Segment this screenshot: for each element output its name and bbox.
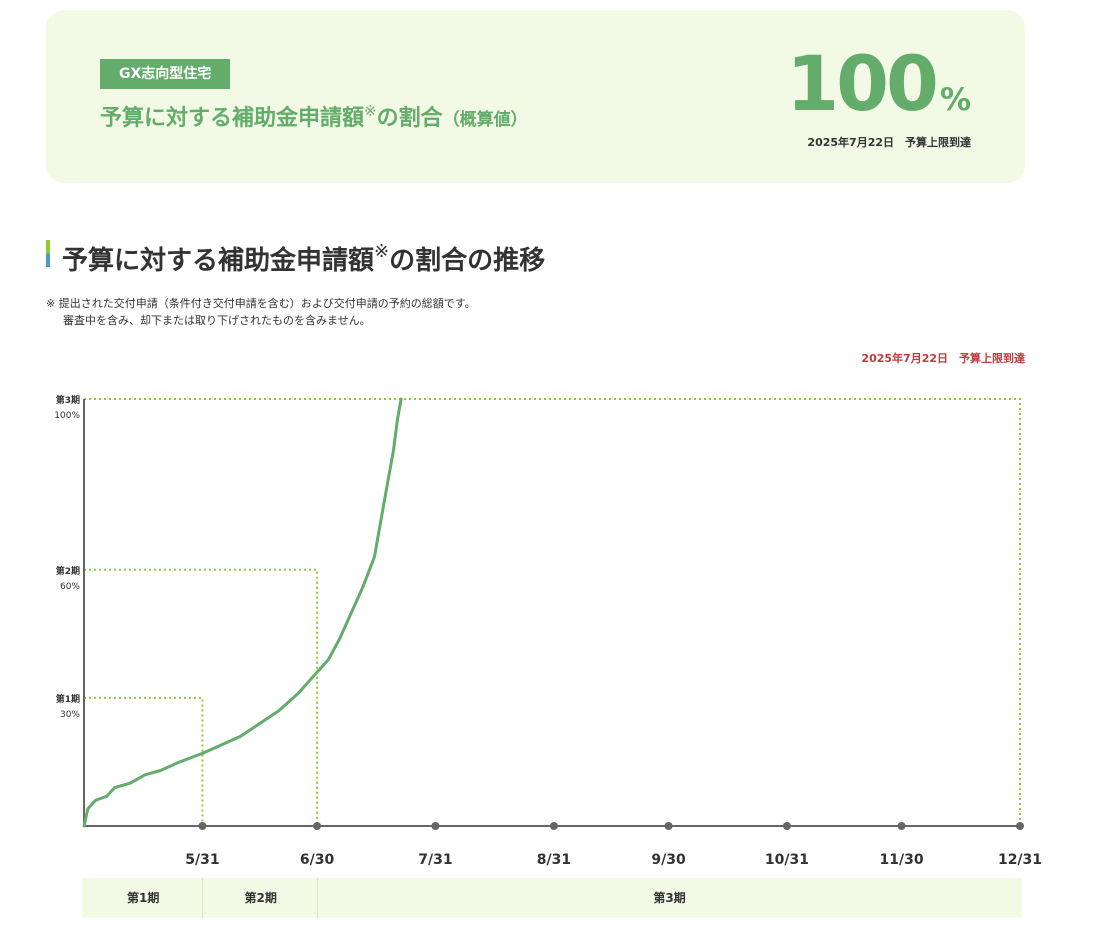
x-tick-label: 5/31 — [185, 852, 219, 868]
period-cell: 第3期 — [317, 878, 1021, 918]
series-line-1 — [82, 397, 403, 828]
x-tick-marker — [897, 822, 906, 830]
threshold-line-1 — [84, 696, 204, 826]
threshold-period-label: 第3期 — [56, 394, 80, 406]
period-band: 第1期 第2期 第3期 — [82, 878, 1022, 918]
threshold-period-label: 第1期 — [56, 693, 80, 705]
threshold-line-3 — [84, 398, 1021, 826]
x-tick-marker — [664, 822, 673, 830]
x-tick-label: 11/30 — [880, 852, 924, 868]
x-tick-marker — [549, 822, 558, 830]
x-tick-label: 10/31 — [765, 852, 809, 868]
x-tick-label: 12/31 — [998, 852, 1042, 868]
x-tick-label: 9/30 — [651, 852, 686, 868]
threshold-period-label: 第2期 — [56, 565, 80, 577]
x-tick-marker — [198, 822, 207, 830]
threshold-percent-label: 30% — [60, 710, 80, 720]
period-cell: 第2期 — [202, 878, 318, 918]
x-tick-marker — [1016, 822, 1024, 830]
threshold-percent-label: 100% — [54, 411, 80, 421]
x-tick-marker — [313, 822, 322, 830]
x-tick-label: 7/31 — [418, 852, 452, 868]
budget-ratio-chart: 第1期 30% 第2期 60% 第3期 100% 5/31 6/30 7/31 8/31 9/30 1… — [54, 394, 1042, 868]
threshold-percent-label: 60% — [60, 582, 80, 592]
x-tick-marker — [782, 822, 791, 830]
x-tick-label: 8/31 — [537, 852, 571, 868]
period-cell: 第1期 — [127, 891, 160, 905]
x-tick-marker — [431, 822, 440, 830]
x-tick-label: 6/30 — [300, 852, 335, 868]
